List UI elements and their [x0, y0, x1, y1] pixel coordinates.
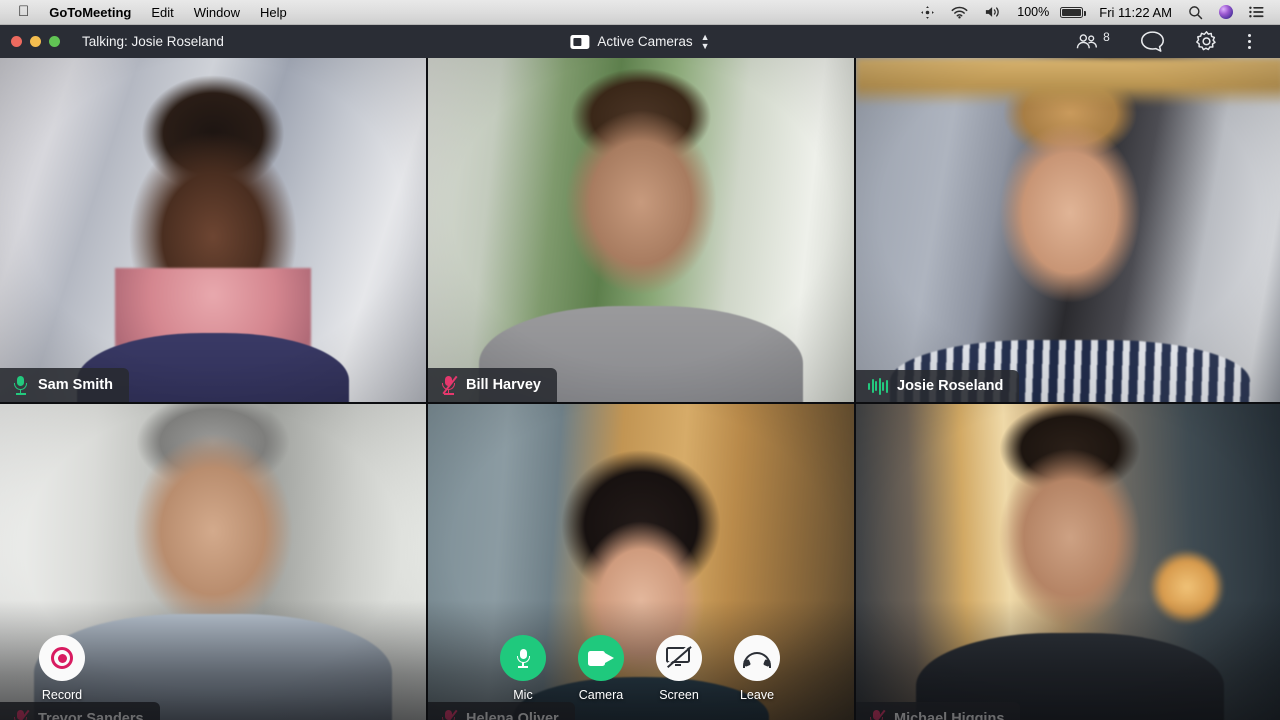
- mic-button[interactable]: Mic: [500, 635, 546, 702]
- screen-label: Screen: [659, 688, 699, 702]
- macos-menu-bar:  GoToMeeting Edit Window Help: [0, 0, 1280, 25]
- microphone-icon: [12, 375, 29, 395]
- camera-label: Camera: [578, 688, 624, 702]
- participant-name: Trevor Sanders: [38, 711, 144, 720]
- menu-bar-clock[interactable]: Fri 11:22 AM: [1091, 0, 1180, 25]
- video-grid: Sam Smith Bill Harvey Josie Roseland Tre…: [0, 58, 1280, 720]
- participant-video-feed: [856, 58, 1280, 402]
- search-icon[interactable]: [1180, 0, 1211, 25]
- participant-nameplate: Helena Oliver: [428, 702, 575, 720]
- microphone-muted-icon: [868, 709, 886, 720]
- participant-video-feed: [856, 404, 1280, 720]
- battery-percent-label: 100%: [1017, 5, 1050, 19]
- volume-icon[interactable]: [976, 0, 1009, 25]
- airplay-icon[interactable]: [912, 0, 943, 25]
- participant-name: Michael Higgins: [894, 711, 1005, 720]
- microphone-icon: [500, 635, 546, 681]
- participant-nameplate: Trevor Sanders: [0, 702, 160, 720]
- participant-nameplate: Bill Harvey: [428, 368, 557, 402]
- leave-button[interactable]: Leave: [734, 635, 780, 702]
- menu-item-window[interactable]: Window: [184, 0, 250, 25]
- participant-video-feed: [0, 58, 426, 402]
- chat-button[interactable]: [1125, 25, 1180, 58]
- control-center-icon[interactable]: [1241, 0, 1272, 25]
- menu-bar-status-items: 100% Fri 11:22 AM: [912, 0, 1280, 25]
- microphone-muted-icon: [440, 709, 458, 720]
- mic-label: Mic: [513, 688, 533, 702]
- wifi-icon[interactable]: [943, 0, 976, 25]
- siri-icon[interactable]: [1211, 0, 1241, 25]
- participant-name: Josie Roseland: [897, 378, 1004, 394]
- close-button[interactable]: [11, 36, 22, 47]
- participant-nameplate: Sam Smith: [0, 368, 129, 402]
- menu-item-edit[interactable]: Edit: [141, 0, 183, 25]
- video-tile-bill-harvey[interactable]: Bill Harvey: [428, 58, 854, 402]
- audio-waveform-icon: [868, 377, 888, 395]
- video-tile-sam-smith[interactable]: Sam Smith: [0, 58, 426, 402]
- video-camera-icon: [578, 635, 624, 681]
- app-title-bar: Talking: Josie Roseland Active Cameras ▲…: [0, 25, 1280, 58]
- active-cameras-label: Active Cameras: [597, 34, 693, 49]
- apple-logo-icon[interactable]: : [8, 0, 39, 24]
- video-tile-michael-higgins[interactable]: Michael Higgins: [856, 404, 1280, 720]
- active-cameras-selector[interactable]: Active Cameras ▲ ▼: [570, 25, 710, 58]
- record-icon: [39, 635, 85, 681]
- hang-up-icon: [734, 635, 780, 681]
- participants-count: 8: [1103, 29, 1110, 44]
- participant-video-feed: [428, 58, 854, 402]
- participant-name: Sam Smith: [38, 377, 113, 393]
- participant-name: Bill Harvey: [466, 377, 541, 393]
- chevron-up-down-icon: ▲ ▼: [700, 31, 710, 51]
- meeting-controls: Mic Camera Screen Leave: [500, 635, 780, 702]
- microphone-muted-icon: [440, 375, 458, 395]
- leave-label: Leave: [739, 688, 775, 702]
- menu-bar-items:  GoToMeeting Edit Window Help: [0, 0, 297, 25]
- participant-nameplate: Michael Higgins: [856, 702, 1021, 720]
- window-traffic-lights: [0, 36, 60, 47]
- record-label: Record: [41, 688, 83, 702]
- settings-button[interactable]: [1180, 25, 1233, 58]
- screen-share-button[interactable]: Screen: [656, 635, 702, 702]
- video-camera-icon: [570, 34, 590, 49]
- screen-share-off-icon: [656, 635, 702, 681]
- record-button[interactable]: Record: [22, 635, 102, 702]
- microphone-muted-icon: [12, 709, 30, 720]
- participant-nameplate: Josie Roseland: [856, 370, 1020, 402]
- more-options-button[interactable]: [1233, 25, 1266, 58]
- talking-status-label: Talking: Josie Roseland: [82, 34, 224, 49]
- camera-button[interactable]: Camera: [578, 635, 624, 702]
- zoom-button[interactable]: [49, 36, 60, 47]
- battery-full-icon[interactable]: [1052, 0, 1091, 25]
- participant-name: Helena Oliver: [466, 711, 559, 720]
- menu-item-gotomeeting[interactable]: GoToMeeting: [39, 0, 141, 25]
- menu-item-help[interactable]: Help: [250, 0, 297, 25]
- video-tile-josie-roseland[interactable]: Josie Roseland: [856, 58, 1280, 402]
- minimize-button[interactable]: [30, 36, 41, 47]
- participants-button[interactable]: 8: [1061, 25, 1125, 58]
- title-bar-actions: 8: [1061, 25, 1280, 58]
